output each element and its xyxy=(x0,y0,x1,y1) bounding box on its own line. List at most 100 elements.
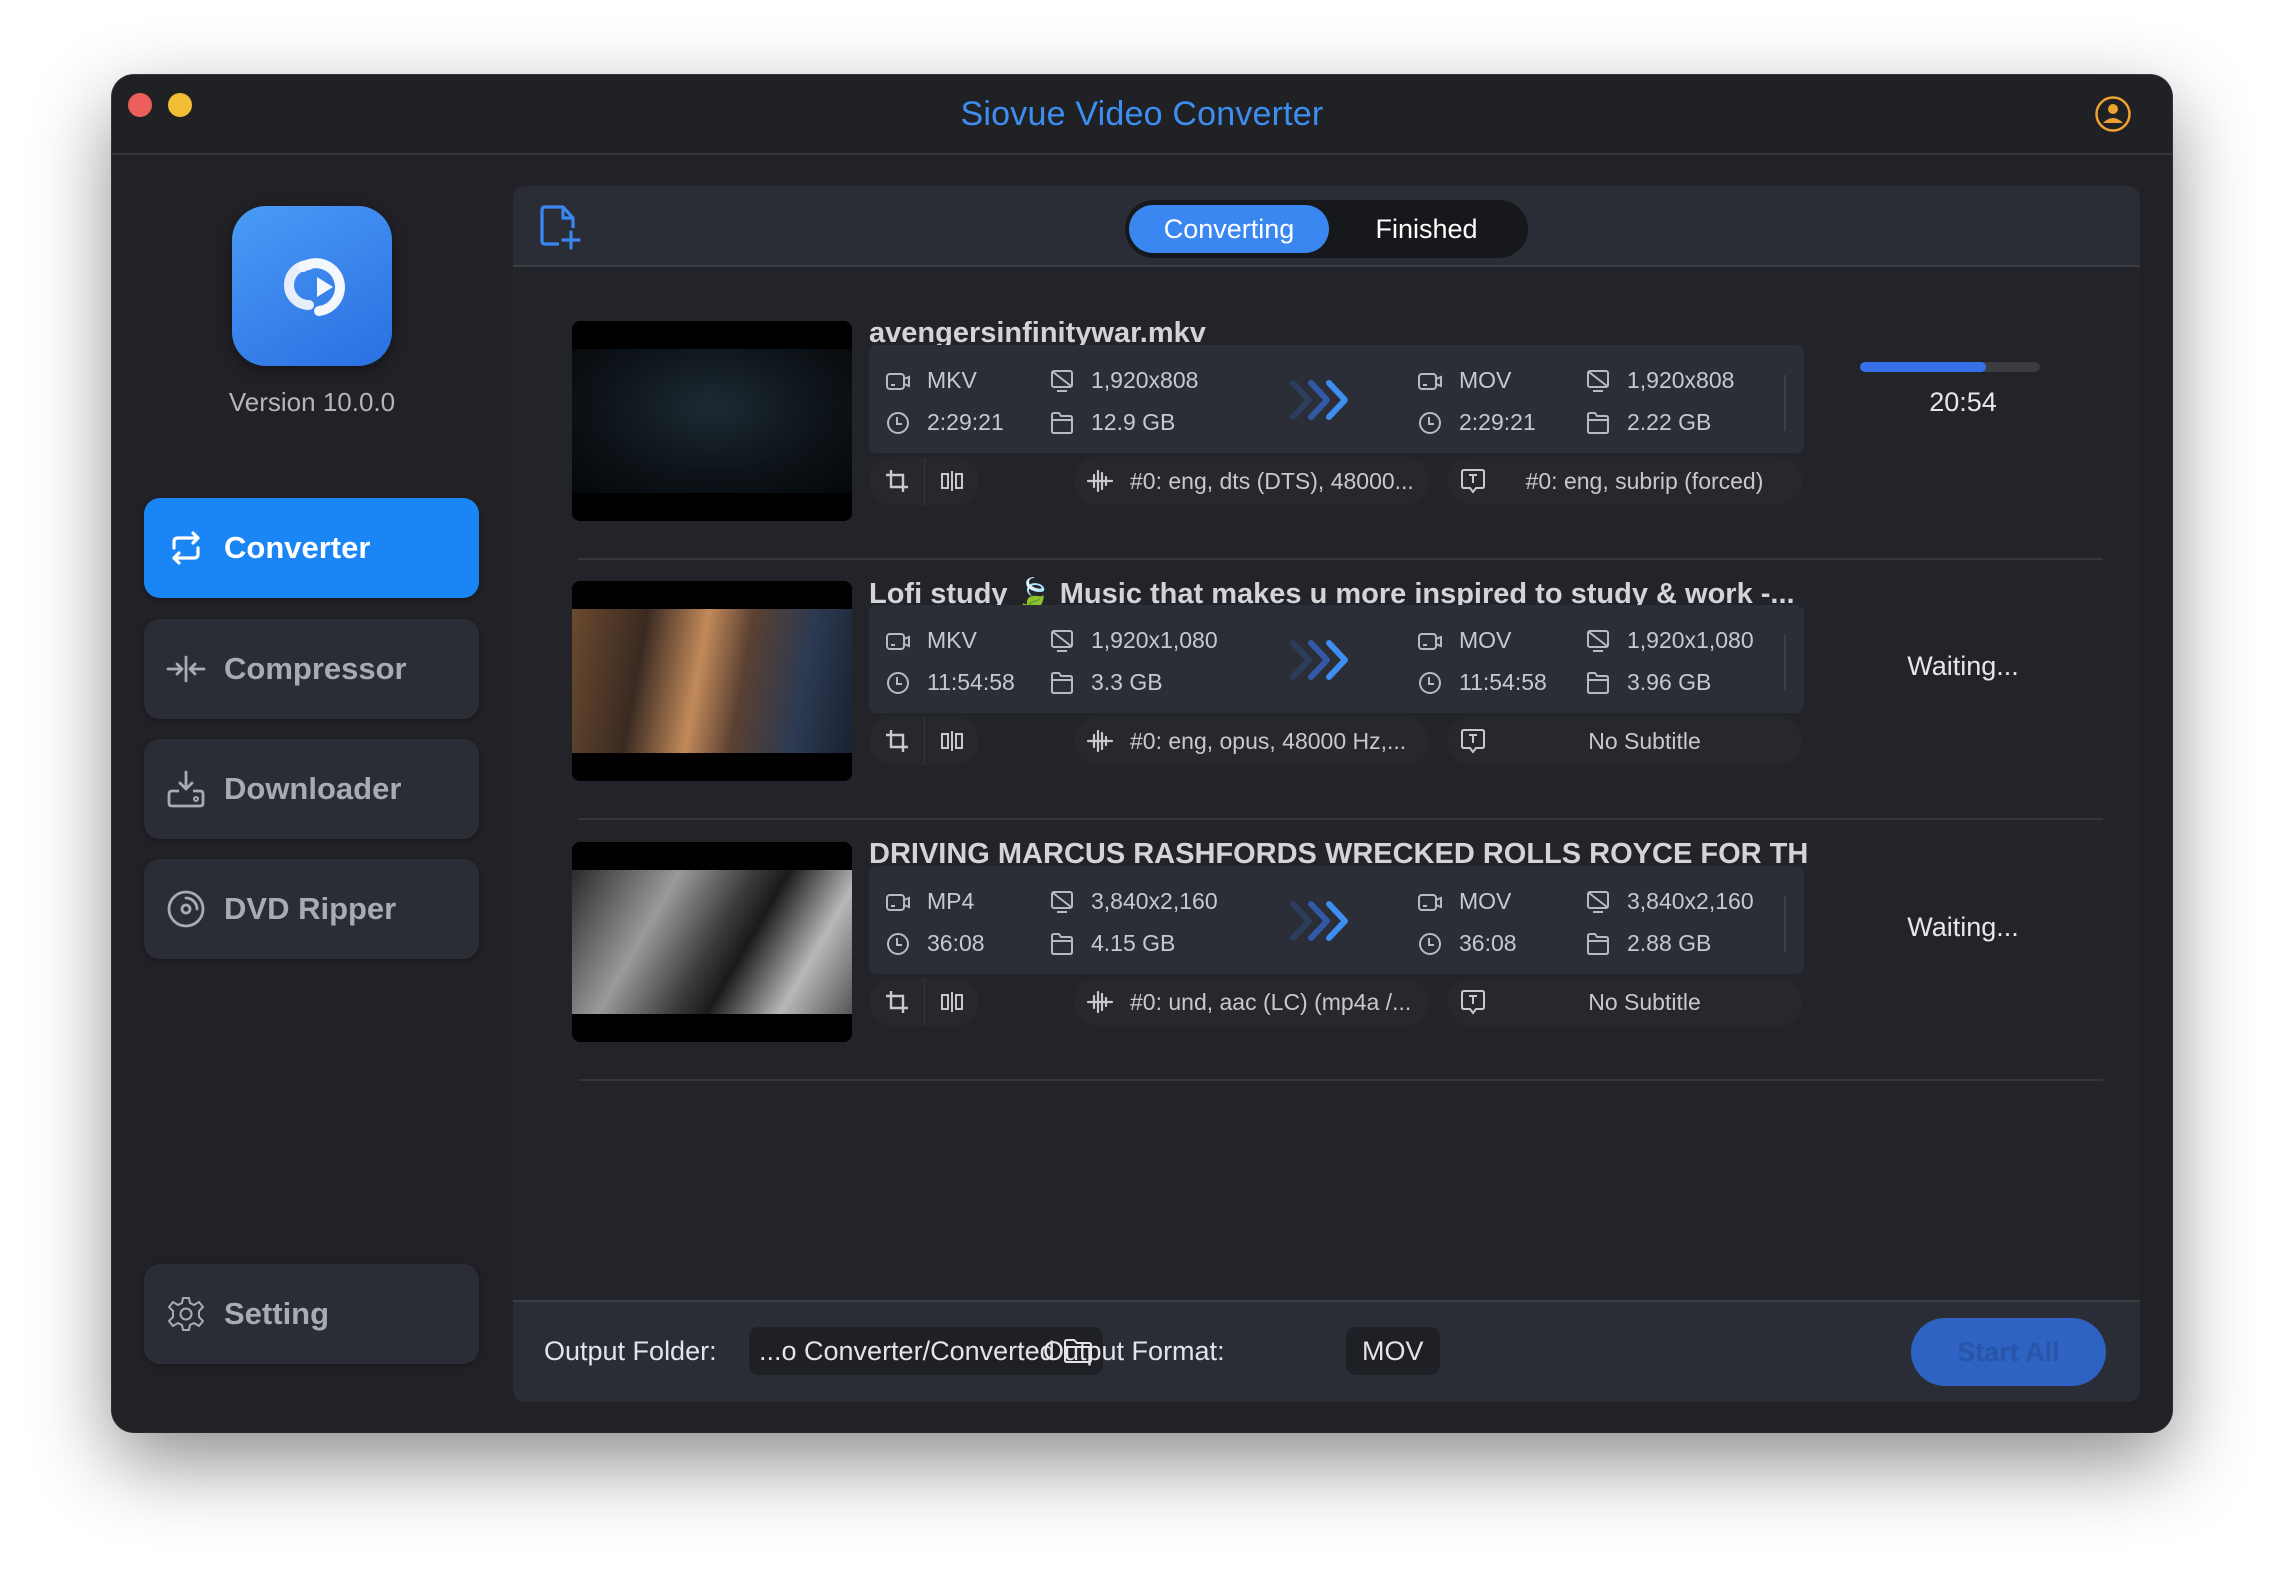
sidebar-item-converter[interactable]: Converter xyxy=(144,498,479,598)
sidebar-item-downloader[interactable]: Downloader xyxy=(144,739,479,839)
source-resolution: 1,920x1,080 xyxy=(1049,627,1218,654)
info-box: MKV 1,920x1,080 11:54:58 3.3 GB MOV 1,92… xyxy=(869,605,1804,713)
video-format-icon xyxy=(1418,893,1442,911)
clock-icon xyxy=(1419,932,1441,955)
audio-waveform-icon xyxy=(1086,729,1114,753)
info-box: MP4 3,840x2,160 36:08 4.15 GB MOV 3,840x… xyxy=(869,866,1804,974)
edit-tools: #0: und, aac (LC) (mp4a /... No Subtitle xyxy=(869,978,1804,1026)
file-size-icon xyxy=(1051,411,1073,434)
source-format-value: MKV xyxy=(927,627,977,653)
source-size: 4.15 GB xyxy=(1049,930,1175,957)
start-all-button[interactable]: Start All xyxy=(1911,1318,2106,1386)
source-format: MKV xyxy=(885,627,977,654)
subtitle-value: No Subtitle xyxy=(1588,727,1701,754)
task-row: avengersinfinitywar.mkv MKV 1,920x808 2:… xyxy=(553,305,2103,560)
subtitle-select[interactable]: #0: eng, subrip (forced) xyxy=(1447,457,1802,505)
source-size: 3.3 GB xyxy=(1049,669,1163,696)
video-thumbnail xyxy=(572,581,852,781)
target-resolution: 1,920x1,080 xyxy=(1585,627,1754,654)
tab-converting[interactable]: Converting xyxy=(1129,205,1329,253)
account-icon[interactable] xyxy=(2094,95,2132,133)
target-resolution-value: 1,920x808 xyxy=(1627,367,1735,393)
target-duration: 11:54:58 xyxy=(1417,669,1547,696)
crop-button[interactable] xyxy=(869,717,924,765)
subtitle-icon xyxy=(1461,990,1485,1015)
subtitle-select[interactable]: No Subtitle xyxy=(1447,978,1802,1026)
tab-finished[interactable]: Finished xyxy=(1329,205,1524,253)
target-format-value: MOV xyxy=(1459,888,1512,914)
footer-bar: Output Folder: ...o Converter/Converted … xyxy=(513,1300,2140,1402)
trim-button[interactable] xyxy=(924,457,979,505)
convert-arrows-icon xyxy=(1290,640,1348,680)
output-folder-label: Output Folder: xyxy=(544,1336,717,1366)
source-format-value: MKV xyxy=(927,367,977,393)
resolution-icon xyxy=(1051,629,1073,652)
output-folder-value: ...o Converter/Converted xyxy=(759,1335,1055,1366)
add-file-icon[interactable] xyxy=(539,204,581,250)
file-size-icon xyxy=(1587,932,1609,955)
resolution-icon xyxy=(1051,890,1073,913)
target-size: 2.22 GB xyxy=(1585,409,1711,436)
disc-icon xyxy=(167,890,205,928)
divider xyxy=(1784,375,1786,431)
output-format-select[interactable]: MOV xyxy=(1346,1327,1440,1375)
row-separator xyxy=(578,558,2103,560)
row-separator xyxy=(578,818,2103,820)
audio-track-value: #0: und, aac (LC) (mp4a /... xyxy=(1130,988,1412,1015)
file-size-icon xyxy=(1051,671,1073,694)
source-duration: 11:54:58 xyxy=(885,669,1015,696)
convert-arrows-icon xyxy=(172,531,200,565)
task-row: DRIVING MARCUS RASHFORDS WRECKED ROLLS R… xyxy=(553,826,2103,1081)
crop-icon xyxy=(885,991,908,1013)
trim-button[interactable] xyxy=(924,717,979,765)
audio-track-select[interactable]: #0: eng, dts (DTS), 48000... xyxy=(1074,457,1429,505)
video-format-icon xyxy=(886,632,910,650)
source-duration-value: 36:08 xyxy=(927,930,985,956)
convert-arrows-icon xyxy=(1290,901,1348,941)
source-duration-value: 2:29:21 xyxy=(927,409,1004,435)
target-format[interactable]: MOV xyxy=(1417,627,1511,654)
version-label: Version 10.0.0 xyxy=(228,387,396,417)
edit-buttons xyxy=(869,717,979,765)
crop-icon xyxy=(885,730,908,752)
edit-tools: #0: eng, opus, 48000 Hz,... No Subtitle xyxy=(869,717,1804,765)
audio-track-value: #0: eng, dts (DTS), 48000... xyxy=(1130,467,1414,494)
sidebar-item-setting[interactable]: Setting xyxy=(144,1264,479,1364)
audio-track-select[interactable]: #0: und, aac (LC) (mp4a /... xyxy=(1074,978,1429,1026)
video-format-icon xyxy=(1418,632,1442,650)
row-separator xyxy=(578,1079,2103,1081)
subtitle-icon xyxy=(1461,729,1485,754)
app-logo xyxy=(232,206,392,366)
target-format[interactable]: MOV xyxy=(1417,367,1511,394)
sidebar-item-compressor[interactable]: Compressor xyxy=(144,619,479,719)
subtitle-value: #0: eng, subrip (forced) xyxy=(1525,467,1764,494)
crop-button[interactable] xyxy=(869,978,924,1026)
target-resolution: 1,920x808 xyxy=(1585,367,1734,394)
resolution-icon xyxy=(1587,629,1609,652)
resolution-icon xyxy=(1587,890,1609,913)
sidebar-item-label: Downloader xyxy=(224,771,402,806)
trim-button[interactable] xyxy=(924,978,979,1026)
compress-icon xyxy=(166,655,206,683)
source-resolution: 3,840x2,160 xyxy=(1049,888,1218,915)
video-thumbnail xyxy=(572,321,852,521)
file-size-icon xyxy=(1051,932,1073,955)
view-tabs: Converting Finished xyxy=(1125,200,1528,258)
resolution-icon xyxy=(1051,369,1073,392)
source-format-value: MP4 xyxy=(927,888,975,914)
trim-icon xyxy=(941,992,963,1012)
video-format-icon xyxy=(1418,372,1442,390)
clock-icon xyxy=(887,671,909,694)
audio-track-select[interactable]: #0: eng, opus, 48000 Hz,... xyxy=(1074,717,1429,765)
task-status: Waiting... xyxy=(1907,912,2019,942)
clock-icon xyxy=(1419,411,1441,434)
target-duration: 36:08 xyxy=(1417,930,1517,957)
crop-button[interactable] xyxy=(869,457,924,505)
sidebar-item-dvd-ripper[interactable]: DVD Ripper xyxy=(144,859,479,959)
info-box: MKV 1,920x808 2:29:21 12.9 GB MOV 1,920x… xyxy=(869,345,1804,453)
edit-buttons xyxy=(869,978,979,1026)
target-duration-value: 11:54:58 xyxy=(1459,669,1547,695)
video-format-icon xyxy=(886,893,910,911)
subtitle-select[interactable]: No Subtitle xyxy=(1447,717,1802,765)
target-format[interactable]: MOV xyxy=(1417,888,1511,915)
